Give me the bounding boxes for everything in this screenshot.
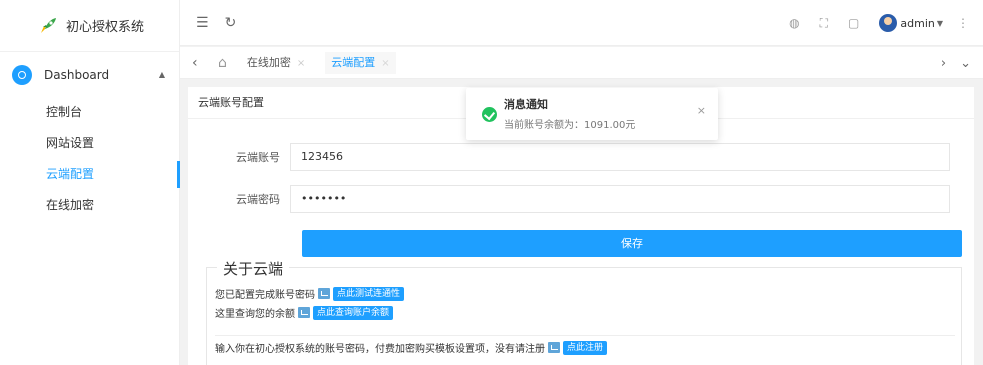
- more-icon[interactable]: ⋮: [957, 16, 969, 30]
- sidebar-group-label: Dashboard: [44, 67, 110, 82]
- external-link-icon: [318, 288, 330, 299]
- dashboard-icon: [12, 64, 32, 85]
- close-icon[interactable]: ×: [297, 58, 305, 69]
- app-title: 初心授权系统: [66, 20, 145, 35]
- save-button[interactable]: 保存: [302, 230, 962, 257]
- logo[interactable]: 初心授权系统: [0, 0, 179, 52]
- sidebar-item-online-encrypt[interactable]: 在线加密: [0, 190, 179, 221]
- caret-up-icon: ▲: [158, 70, 165, 79]
- account-input[interactable]: 123456: [290, 143, 950, 171]
- about-line-text: 输入你在初心授权系统的账号密码，付费加密购买模板设置项，没有请注册: [215, 344, 545, 355]
- rocket-logo-icon: [41, 17, 56, 33]
- password-row: 云端密码 •••••••: [188, 185, 974, 213]
- fullscreen-icon[interactable]: ⛶: [820, 16, 828, 31]
- home-icon[interactable]: ⌂: [218, 55, 227, 71]
- password-input[interactable]: •••••••: [290, 185, 950, 213]
- account-label: 云端账号: [236, 151, 280, 164]
- tab-label: 在线加密: [246, 55, 291, 69]
- about-line-text: 这里查询您的余额: [215, 309, 295, 320]
- menu-toggle-icon[interactable]: ☰: [196, 15, 209, 31]
- tab-prev-icon[interactable]: ‹: [192, 55, 206, 71]
- about-cloud-section: 关于云端 您已配置完成账号密码 点此测试连通性 这里查询您的余额 点此查询账户余…: [206, 258, 962, 365]
- tab-next-icon[interactable]: ›: [941, 56, 946, 71]
- notification-message: 当前账号余额为：1091.00元: [504, 120, 636, 131]
- query-balance-button[interactable]: 点此查询账户余额: [313, 305, 394, 320]
- globe-icon[interactable]: ◍: [789, 16, 799, 30]
- about-line-text: 您已配置完成账号密码: [215, 290, 315, 301]
- password-label: 云端密码: [236, 193, 280, 206]
- refresh-icon[interactable]: ↻: [225, 15, 237, 31]
- chevron-down-icon[interactable]: ⌄: [960, 56, 971, 71]
- sidebar-item-site-settings[interactable]: 网站设置: [0, 128, 179, 159]
- sidebar-item-cloud-config[interactable]: 云端配置: [0, 159, 180, 190]
- external-link-icon: [298, 307, 310, 318]
- top-header: ☰ ↻ ◍ ⛶ ▢ admin ▼ ⋮: [180, 0, 983, 46]
- avatar[interactable]: [879, 14, 898, 32]
- sidebar-group-dashboard[interactable]: Dashboard ▲: [0, 52, 179, 97]
- sidebar-item-console[interactable]: 控制台: [0, 97, 179, 128]
- tab-online-encrypt[interactable]: 在线加密 ×: [241, 52, 311, 74]
- lock-icon[interactable]: ▢: [848, 16, 859, 30]
- sidebar: 初心授权系统 Dashboard ▲ 控制台 网站设置 云端配置 在线加密: [0, 0, 180, 365]
- about-line-register: 输入你在初心授权系统的账号密码，付费加密购买模板设置项，没有请注册 点此注册: [215, 340, 608, 355]
- success-check-icon: [482, 107, 497, 122]
- about-line-balance: 这里查询您的余额 点此查询账户余额: [215, 305, 394, 320]
- about-line-test: 您已配置完成账号密码 点此测试连通性: [215, 286, 405, 301]
- external-link-icon: [548, 342, 560, 353]
- tab-bar: ‹ ⌂ 在线加密 × 云端配置 × › ⌄: [180, 47, 983, 79]
- account-row: 云端账号 123456: [188, 143, 974, 171]
- about-legend: 关于云端: [217, 258, 290, 279]
- close-icon[interactable]: ×: [381, 58, 389, 69]
- divider: [215, 335, 955, 336]
- test-connection-button[interactable]: 点此测试连通性: [333, 286, 405, 301]
- caret-down-icon[interactable]: ▼: [937, 19, 943, 28]
- register-button[interactable]: 点此注册: [563, 340, 608, 355]
- close-icon[interactable]: ×: [697, 104, 706, 117]
- tab-cloud-config[interactable]: 云端配置 ×: [325, 51, 396, 74]
- tab-label: 云端配置: [331, 55, 376, 69]
- username[interactable]: admin: [900, 17, 934, 30]
- notification-toast: 消息通知 当前账号余额为：1091.00元 ×: [466, 88, 718, 140]
- notification-title: 消息通知: [504, 98, 548, 111]
